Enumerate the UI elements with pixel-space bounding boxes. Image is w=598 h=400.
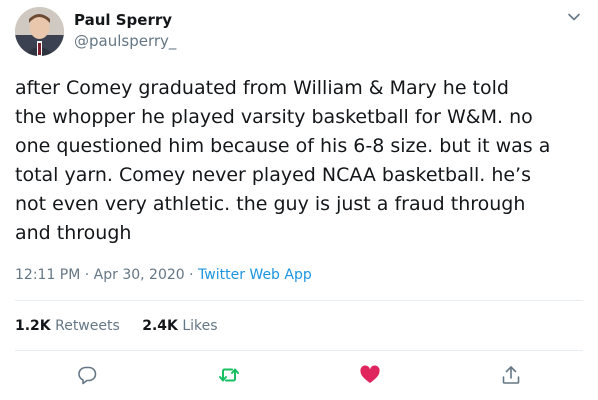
author-name[interactable]: Paul Sperry (74, 11, 172, 29)
author-handle[interactable]: @paulsperry_ (74, 32, 176, 50)
avatar[interactable] (15, 7, 64, 56)
divider (15, 350, 583, 351)
likes-stat[interactable]: 2.4K Likes (142, 318, 217, 334)
retweets-label: Retweets (55, 318, 120, 334)
retweets-count: 1.2K (15, 318, 51, 334)
retweets-stat[interactable]: 1.2K Retweets (15, 318, 120, 334)
tweet-source-app[interactable]: Twitter Web App (198, 267, 312, 283)
tweet-stats: 1.2K Retweets 2.4K Likes (15, 318, 236, 334)
divider (15, 300, 583, 301)
likes-count: 2.4K (142, 318, 178, 334)
tweet-text: after Comey graduated from William & Mar… (15, 77, 551, 244)
reply-icon[interactable] (76, 364, 98, 386)
chevron-down-icon[interactable] (566, 9, 582, 25)
share-icon[interactable] (500, 364, 522, 386)
retweet-icon[interactable] (218, 364, 240, 386)
tweet-meta: 12:11 PM · Apr 30, 2020 · Twitter Web Ap… (15, 267, 312, 283)
tweet-timestamp[interactable]: 12:11 PM · Apr 30, 2020 · (15, 267, 198, 283)
heart-icon[interactable] (359, 364, 381, 386)
likes-label: Likes (182, 318, 218, 334)
top-fragment (70, 0, 130, 2)
